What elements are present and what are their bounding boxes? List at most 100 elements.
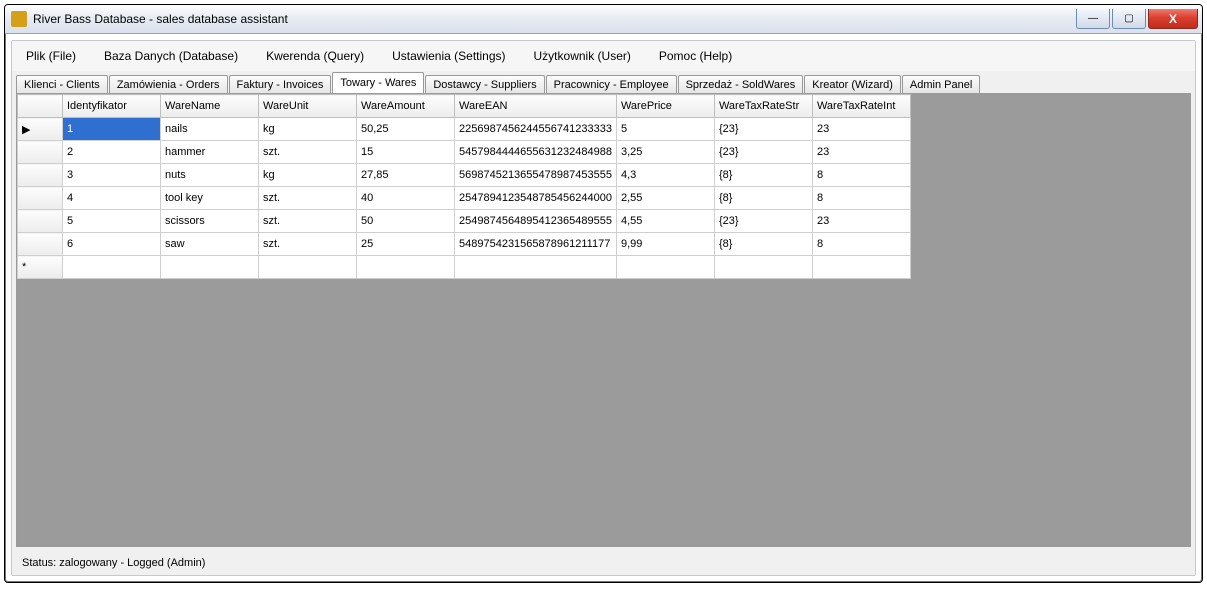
cell-price[interactable]: 4,55 (616, 210, 714, 233)
tab-content: Identyfikator WareName WareUnit WareAmou… (16, 93, 1191, 547)
table-row[interactable]: 2hammerszt.1554579844446556312324849883,… (18, 141, 911, 164)
cell-unit[interactable]: szt. (259, 141, 357, 164)
row-header-new[interactable]: * (18, 256, 63, 279)
menu-query[interactable]: Kwerenda (Query) (252, 47, 378, 65)
cell-price[interactable]: 3,25 (616, 141, 714, 164)
col-header-id[interactable]: Identyfikator (63, 95, 161, 118)
cell-empty[interactable] (161, 256, 259, 279)
menu-file[interactable]: Plik (File) (12, 47, 90, 65)
cell-amount[interactable]: 25 (357, 233, 455, 256)
cell-amount[interactable]: 15 (357, 141, 455, 164)
cell-id[interactable]: 2 (63, 141, 161, 164)
tab-wizard[interactable]: Kreator (Wizard) (804, 75, 901, 94)
col-header-wareunit[interactable]: WareUnit (259, 95, 357, 118)
menu-help[interactable]: Pomoc (Help) (645, 47, 746, 65)
cell-empty[interactable] (63, 256, 161, 279)
cell-empty[interactable] (714, 256, 812, 279)
cell-name[interactable]: nails (161, 118, 259, 141)
cell-ean[interactable]: 2547894123548785456244000 (455, 187, 617, 210)
cell-taxstr[interactable]: {8} (714, 233, 812, 256)
cell-id[interactable]: 5 (63, 210, 161, 233)
col-header-wareean[interactable]: WareEAN (455, 95, 617, 118)
cell-name[interactable]: scissors (161, 210, 259, 233)
tab-soldwares[interactable]: Sprzedaż - SoldWares (678, 75, 804, 94)
row-header[interactable] (18, 233, 63, 256)
tab-suppliers[interactable]: Dostawcy - Suppliers (425, 75, 544, 94)
cell-price[interactable]: 4,3 (616, 164, 714, 187)
tab-clients[interactable]: Klienci - Clients (16, 75, 108, 94)
cell-taxstr[interactable]: {23} (714, 210, 812, 233)
table-row[interactable]: 3nutskg27,8556987452136554789874535554,3… (18, 164, 911, 187)
row-header[interactable]: ▶ (18, 118, 63, 141)
cell-amount[interactable]: 27,85 (357, 164, 455, 187)
cell-taxint[interactable]: 23 (812, 118, 910, 141)
cell-unit[interactable]: szt. (259, 187, 357, 210)
cell-empty[interactable] (812, 256, 910, 279)
cell-amount[interactable]: 50,25 (357, 118, 455, 141)
cell-taxint[interactable]: 8 (812, 233, 910, 256)
table-row-new[interactable]: * (18, 256, 911, 279)
data-grid[interactable]: Identyfikator WareName WareUnit WareAmou… (17, 94, 911, 279)
tab-orders[interactable]: Zamówienia - Orders (109, 75, 228, 94)
col-header-taxint[interactable]: WareTaxRateInt (812, 95, 910, 118)
cell-ean[interactable]: 5457984444655631232484988 (455, 141, 617, 164)
col-header-wareamount[interactable]: WareAmount (357, 95, 455, 118)
maximize-button[interactable]: ▢ (1112, 9, 1146, 29)
cell-taxstr[interactable]: {8} (714, 164, 812, 187)
close-button[interactable]: X (1148, 9, 1198, 29)
cell-taxstr[interactable]: {23} (714, 118, 812, 141)
menu-user[interactable]: Użytkownik (User) (520, 47, 645, 65)
table-row[interactable]: 6sawszt.2554897542315658789612111779,99{… (18, 233, 911, 256)
cell-amount[interactable]: 50 (357, 210, 455, 233)
cell-empty[interactable] (357, 256, 455, 279)
table-row[interactable]: 5scissorsszt.502549874564895412365489555… (18, 210, 911, 233)
cell-ean[interactable]: 5489754231565878961211177 (455, 233, 617, 256)
cell-id[interactable]: 1 (63, 118, 161, 141)
col-header-wareprice[interactable]: WarePrice (616, 95, 714, 118)
col-header-warename[interactable]: WareName (161, 95, 259, 118)
row-header[interactable] (18, 187, 63, 210)
cell-ean[interactable]: 5698745213655478987453555 (455, 164, 617, 187)
col-header-taxstr[interactable]: WareTaxRateStr (714, 95, 812, 118)
cell-name[interactable]: nuts (161, 164, 259, 187)
menu-database[interactable]: Baza Danych (Database) (90, 47, 252, 65)
cell-taxint[interactable]: 23 (812, 141, 910, 164)
cell-empty[interactable] (616, 256, 714, 279)
cell-ean[interactable]: 2549874564895412365489555 (455, 210, 617, 233)
cell-unit[interactable]: kg (259, 118, 357, 141)
titlebar[interactable]: River Bass Database - sales database ass… (5, 5, 1202, 34)
cell-taxint[interactable]: 8 (812, 164, 910, 187)
cell-taxstr[interactable]: {8} (714, 187, 812, 210)
cell-id[interactable]: 3 (63, 164, 161, 187)
cell-name[interactable]: saw (161, 233, 259, 256)
cell-taxint[interactable]: 23 (812, 210, 910, 233)
grid-corner[interactable] (18, 95, 63, 118)
cell-ean[interactable]: 2256987456244556741233333 (455, 118, 617, 141)
cell-price[interactable]: 2,55 (616, 187, 714, 210)
cell-taxstr[interactable]: {23} (714, 141, 812, 164)
cell-taxint[interactable]: 8 (812, 187, 910, 210)
minimize-button[interactable]: — (1076, 9, 1110, 29)
cell-name[interactable]: tool key (161, 187, 259, 210)
cell-id[interactable]: 6 (63, 233, 161, 256)
table-row[interactable]: ▶1nailskg50,2522569874562445567412333335… (18, 118, 911, 141)
row-header[interactable] (18, 164, 63, 187)
menu-settings[interactable]: Ustawienia (Settings) (378, 47, 519, 65)
tab-employee[interactable]: Pracownicy - Employee (546, 75, 677, 94)
cell-price[interactable]: 5 (616, 118, 714, 141)
tab-wares[interactable]: Towary - Wares (332, 72, 424, 93)
cell-empty[interactable] (455, 256, 617, 279)
tab-admin[interactable]: Admin Panel (902, 75, 980, 94)
tab-invoices[interactable]: Faktury - Invoices (229, 75, 332, 94)
row-header[interactable] (18, 141, 63, 164)
cell-empty[interactable] (259, 256, 357, 279)
cell-amount[interactable]: 40 (357, 187, 455, 210)
cell-unit[interactable]: szt. (259, 210, 357, 233)
cell-id[interactable]: 4 (63, 187, 161, 210)
row-header[interactable] (18, 210, 63, 233)
cell-unit[interactable]: szt. (259, 233, 357, 256)
cell-price[interactable]: 9,99 (616, 233, 714, 256)
cell-unit[interactable]: kg (259, 164, 357, 187)
table-row[interactable]: 4tool keyszt.402547894123548785456244000… (18, 187, 911, 210)
cell-name[interactable]: hammer (161, 141, 259, 164)
